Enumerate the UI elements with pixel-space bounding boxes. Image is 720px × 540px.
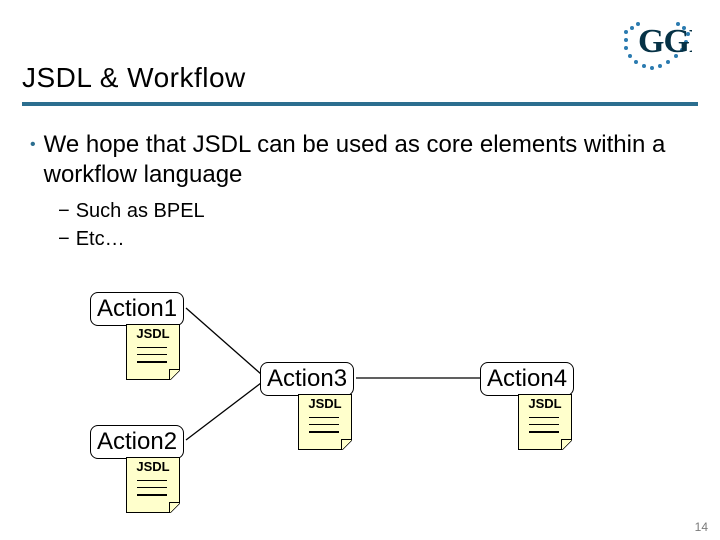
sub-bullet-text: Such as BPEL	[76, 198, 205, 224]
note-lines-icon	[529, 417, 559, 439]
action1-jsdl-note: JSDL	[126, 324, 180, 380]
jsdl-label: JSDL	[519, 396, 571, 411]
dash-icon: −	[58, 198, 70, 224]
workflow-diagram: Action1 JSDL Action2 JSDL Action3 JSDL A…	[0, 280, 720, 510]
action1-box: Action1	[90, 292, 184, 326]
action3-jsdl-note: JSDL	[298, 394, 352, 450]
jsdl-label: JSDL	[127, 459, 179, 474]
action2-jsdl-note: JSDL	[126, 457, 180, 513]
jsdl-label: JSDL	[299, 396, 351, 411]
bullet-dot-icon: •	[30, 130, 36, 160]
page-number: 14	[695, 520, 708, 534]
action3-box: Action3	[260, 362, 354, 396]
bullet-text: We hope that JSDL can be used as core el…	[44, 130, 690, 190]
sub-bullet-list: − Such as BPEL − Etc…	[58, 198, 690, 252]
action4-box: Action4	[480, 362, 574, 396]
action2-box: Action2	[90, 425, 184, 459]
slide-title: JSDL & Workflow	[22, 62, 698, 94]
title-underline	[22, 102, 698, 106]
sub-bullet-item: − Such as BPEL	[58, 198, 690, 224]
action4-jsdl-note: JSDL	[518, 394, 572, 450]
note-lines-icon	[137, 347, 167, 369]
dash-icon: −	[58, 226, 70, 252]
bullet-item: • We hope that JSDL can be used as core …	[30, 130, 690, 190]
body-block: • We hope that JSDL can be used as core …	[30, 130, 690, 254]
slide: GGF JSDL & Workflow • We hope that JSDL …	[0, 0, 720, 540]
logo-text: GGF	[638, 23, 692, 60]
title-block: JSDL & Workflow	[22, 62, 698, 106]
note-lines-icon	[309, 417, 339, 439]
sub-bullet-item: − Etc…	[58, 226, 690, 252]
jsdl-label: JSDL	[127, 326, 179, 341]
sub-bullet-text: Etc…	[76, 226, 125, 252]
note-lines-icon	[137, 480, 167, 502]
